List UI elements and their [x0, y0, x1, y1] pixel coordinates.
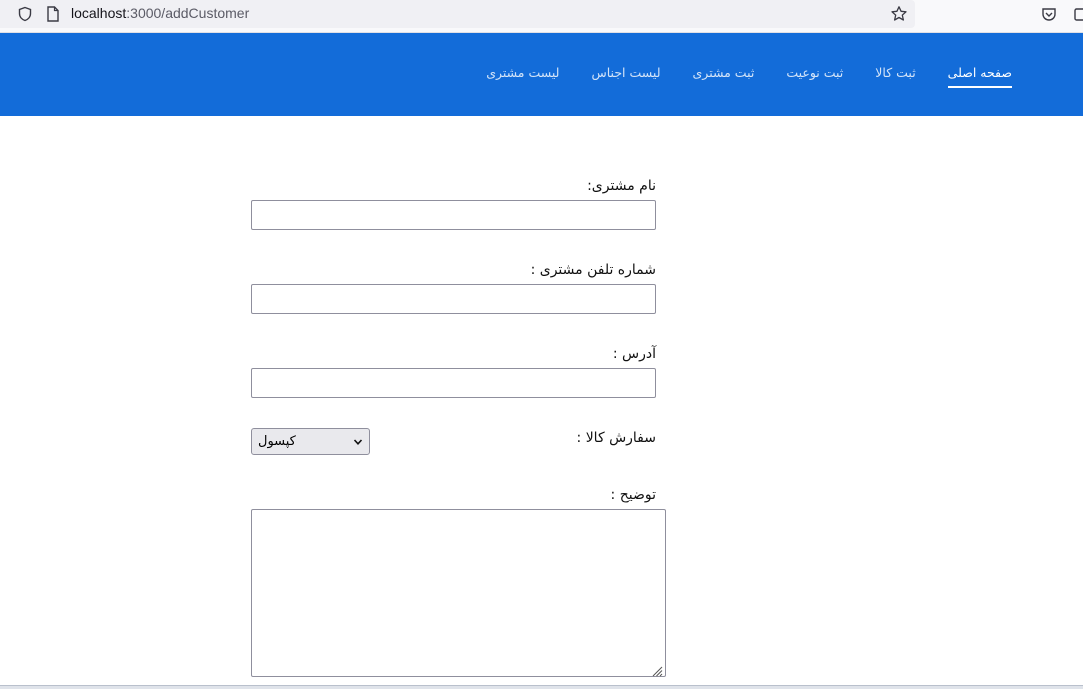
customer-phone-input[interactable] — [251, 284, 656, 314]
order-select[interactable]: کپسول — [251, 428, 370, 455]
bookmark-star-icon[interactable] — [889, 4, 909, 24]
chevron-down-icon — [352, 436, 364, 448]
nav-item-add-category[interactable]: ثبت نوعیت — [786, 65, 843, 88]
add-customer-form: نام مشتری: شماره تلفن مشتری : آدرس : سفا… — [0, 116, 1083, 689]
nav-menu: صفحه اصلی ثبت کالا ثبت نوعیت ثبت مشتری ل… — [486, 65, 1012, 88]
bottom-taskbar-edge — [0, 685, 1083, 689]
description-textarea[interactable] — [251, 509, 666, 677]
address-label: آدرس : — [612, 346, 656, 362]
address-bar[interactable]: localhost:3000/addCustomer — [0, 0, 915, 28]
nav-item-add-customer[interactable]: ثبت مشتری — [693, 65, 755, 88]
pocket-icon[interactable] — [1039, 4, 1059, 24]
address-input[interactable] — [251, 368, 656, 398]
browser-toolbar: localhost:3000/addCustomer — [0, 0, 1083, 33]
url-text[interactable]: localhost:3000/addCustomer — [71, 5, 249, 21]
nav-item-customer-list[interactable]: لیست مشتری — [486, 65, 559, 88]
description-label: توضیح : — [610, 487, 656, 503]
order-label: سفارش کالا : — [576, 430, 656, 446]
order-select-value: کپسول — [258, 434, 296, 449]
nav-item-product-list[interactable]: لیست اجناس — [591, 65, 660, 88]
extensions-icon[interactable] — [1070, 4, 1083, 24]
page-icon[interactable] — [44, 5, 62, 23]
customer-name-input[interactable] — [251, 200, 656, 230]
shield-icon[interactable] — [16, 5, 34, 23]
resize-handle-icon[interactable] — [651, 662, 663, 677]
nav-item-add-product[interactable]: ثبت کالا — [875, 65, 915, 88]
customer-phone-label: شماره تلفن مشتری : — [530, 262, 656, 278]
nav-item-home[interactable]: صفحه اصلی — [947, 65, 1012, 88]
top-navbar: صفحه اصلی ثبت کالا ثبت نوعیت ثبت مشتری ل… — [0, 33, 1083, 116]
customer-name-label: نام مشتری: — [587, 178, 656, 194]
